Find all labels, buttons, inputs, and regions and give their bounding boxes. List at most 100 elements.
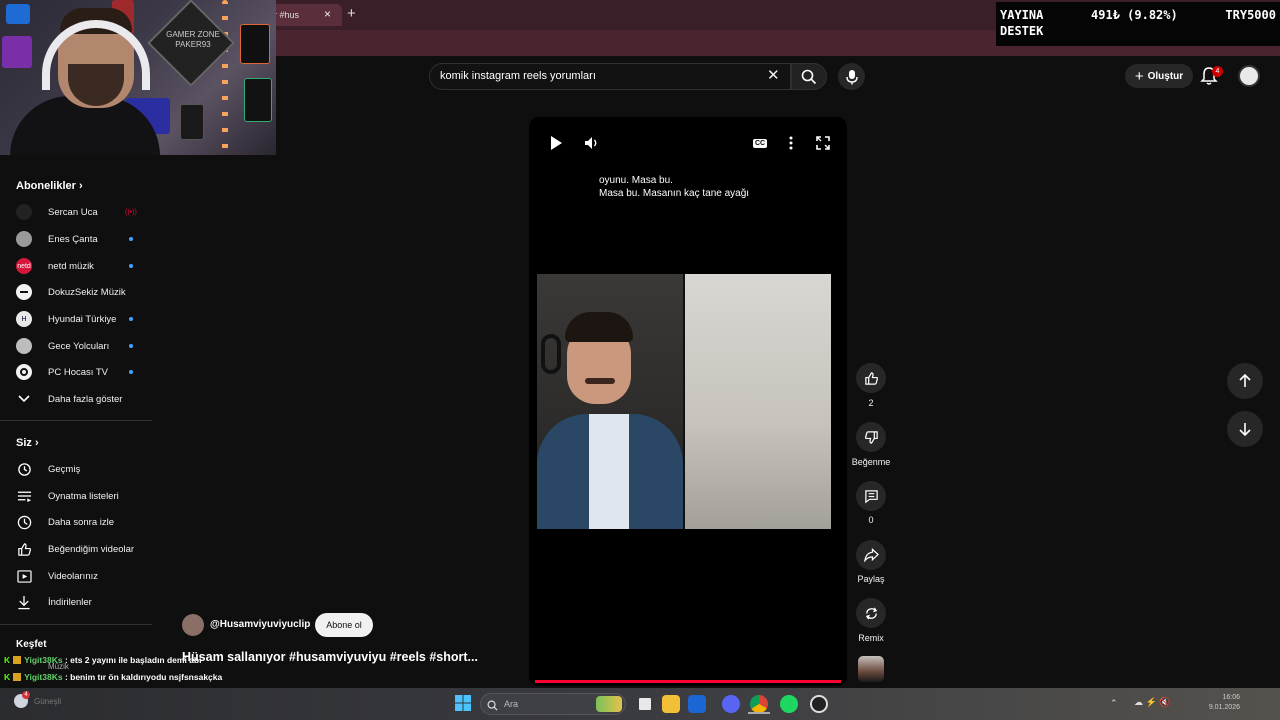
sidebar-item-your-videos[interactable]: Videolarınız [0,563,150,589]
chevron-up-icon[interactable]: ⌃ [1110,698,1118,709]
clear-search-icon[interactable]: ✕ [767,66,780,84]
arrow-down-icon [1239,423,1251,436]
chevron-right-icon: › [78,180,83,192]
like-button[interactable] [856,363,886,393]
kick-icon: K [4,655,11,665]
man-mustache [585,378,615,384]
dislike-button[interactable] [856,422,886,452]
notification-badge: 4 [1212,66,1223,77]
fullscreen-button[interactable] [813,133,833,153]
share-label: Paylaş [857,574,885,584]
sidebar-item-watch-later[interactable]: Daha sonra izle [0,509,150,535]
captions-button[interactable]: CC [750,133,770,153]
browser-tab[interactable]: r #hus [270,4,342,26]
store-icon[interactable] [688,695,706,713]
share-button[interactable] [856,540,886,570]
sidebar-item-gece-yolculari[interactable]: Gece Yolcuları [0,333,150,359]
task-view-icon[interactable] [636,695,654,713]
sidebar-item-sercan-uca[interactable]: Sercan Uca ((•)) [0,199,150,225]
previous-video-button[interactable] [1227,363,1263,399]
search-query[interactable]: komik instagram reels yorumları [440,70,596,82]
new-tab-button[interactable]: + [347,5,356,22]
chat-user: Yigit38Ks [24,672,63,682]
tray-icons[interactable]: ☁ ⚡ 🔇 [1134,697,1170,708]
remix-label: Remix [858,633,884,643]
account-avatar[interactable] [1238,65,1260,87]
chrome-icon[interactable] [750,695,768,713]
channel-avatar[interactable] [182,614,204,636]
sidebar-item-dokuzsekiz-muzik[interactable]: DokuzSekiz Müzik [0,279,150,305]
tab-close-icon[interactable]: × [324,7,331,21]
search-button[interactable] [791,63,827,90]
new-content-dot [129,237,133,241]
sidebar-item-downloads[interactable]: İndirilenler [0,589,150,615]
man-hair [565,312,633,342]
file-explorer-icon[interactable] [662,695,680,713]
search-icon [487,698,498,716]
next-video-button[interactable] [1227,411,1263,447]
donation-value: 491₺ (9.82%) [1091,8,1178,22]
video-frame[interactable] [537,274,831,529]
download-icon [16,594,32,610]
search-icon [801,69,817,84]
mute-button[interactable] [582,133,602,153]
donation-overlay: YAYINA 491₺ (9.82%) TRY5000 DESTEK [996,2,1280,46]
voice-search-button[interactable] [838,63,865,90]
sidebar-item-enes-canta[interactable]: Enes Çanta [0,226,150,252]
man-shirt [589,414,629,529]
comments-button[interactable] [856,481,886,511]
taskbar-clock[interactable]: 16:06 9.01.2026 [1198,693,1240,713]
progress-fill [535,680,841,683]
channel-avatar: netd [16,258,32,274]
windows-logo-icon [455,695,471,711]
subscriptions-heading[interactable]: Abonelikler › [16,180,83,192]
new-content-dot [129,264,133,268]
donation-target: TRY5000 [1225,8,1276,22]
channel-avatar [16,364,32,380]
video-caption: oyunu. Masa bu. Masa bu. Masanın kaç tan… [599,175,750,199]
donation-label-line2: DESTEK [1000,24,1044,38]
volume-icon [585,137,597,149]
you-heading[interactable]: Siz › [16,437,39,449]
sidebar-item-hyundai-turkiye[interactable]: H Hyundai Türkiye [0,306,150,332]
sidebar-item-label: DokuzSekiz Müzik [48,286,126,298]
sidebar-item-netd-muzik[interactable]: netd netd müzik [0,253,150,279]
windows-start-button[interactable] [455,695,473,713]
chat-text: : ets 2 yayını ile başladın demi abi [64,655,202,665]
channel-avatar [16,231,32,247]
video-left-panel [537,274,683,529]
sidebar-item-playlists[interactable]: Oynatma listeleri [0,483,150,509]
sidebar-item-history[interactable]: Geçmiş [0,456,150,482]
live-icon: ((•)) [125,208,137,216]
video-icon [16,568,32,584]
kick-icon: K [4,672,11,682]
thumb-up-icon [864,371,878,385]
sidebar-item-label: İndirilenler [48,596,92,608]
comment-count: 0 [868,515,874,525]
video-title[interactable]: Hüsam sallanıyor #husamviyuviyu #reels #… [182,650,478,664]
spotify-icon[interactable] [780,695,798,713]
mic-icon [845,69,858,84]
channel-name[interactable]: @Husamviyuviyuclip [210,619,310,630]
active-app-indicator [748,712,770,714]
plus-icon: + [1134,67,1144,85]
create-button[interactable]: + Oluştur [1125,64,1193,88]
channel-avatar [16,204,32,220]
history-icon [16,461,32,477]
sidebar-item-label: Geçmiş [48,463,81,475]
steam-icon[interactable] [810,695,828,713]
tab-title: r #hus [274,10,300,20]
sidebar-item-pc-hocasi-tv[interactable]: PC Hocası TV [0,359,150,385]
sound-thumbnail[interactable] [858,656,884,682]
headphones [541,334,561,374]
more-options-button[interactable] [781,133,801,153]
show-more-button[interactable]: Daha fazla göster [0,386,150,412]
channel-avatar [16,338,32,354]
remix-button[interactable] [856,598,886,628]
fullscreen-icon [816,136,830,150]
play-button[interactable] [546,133,566,153]
sidebar-item-liked-videos[interactable]: Beğendiğim videolar [0,536,150,562]
subscribe-button[interactable]: Abone ol [315,613,373,637]
discord-icon[interactable] [722,695,740,713]
comment-icon [864,489,878,503]
